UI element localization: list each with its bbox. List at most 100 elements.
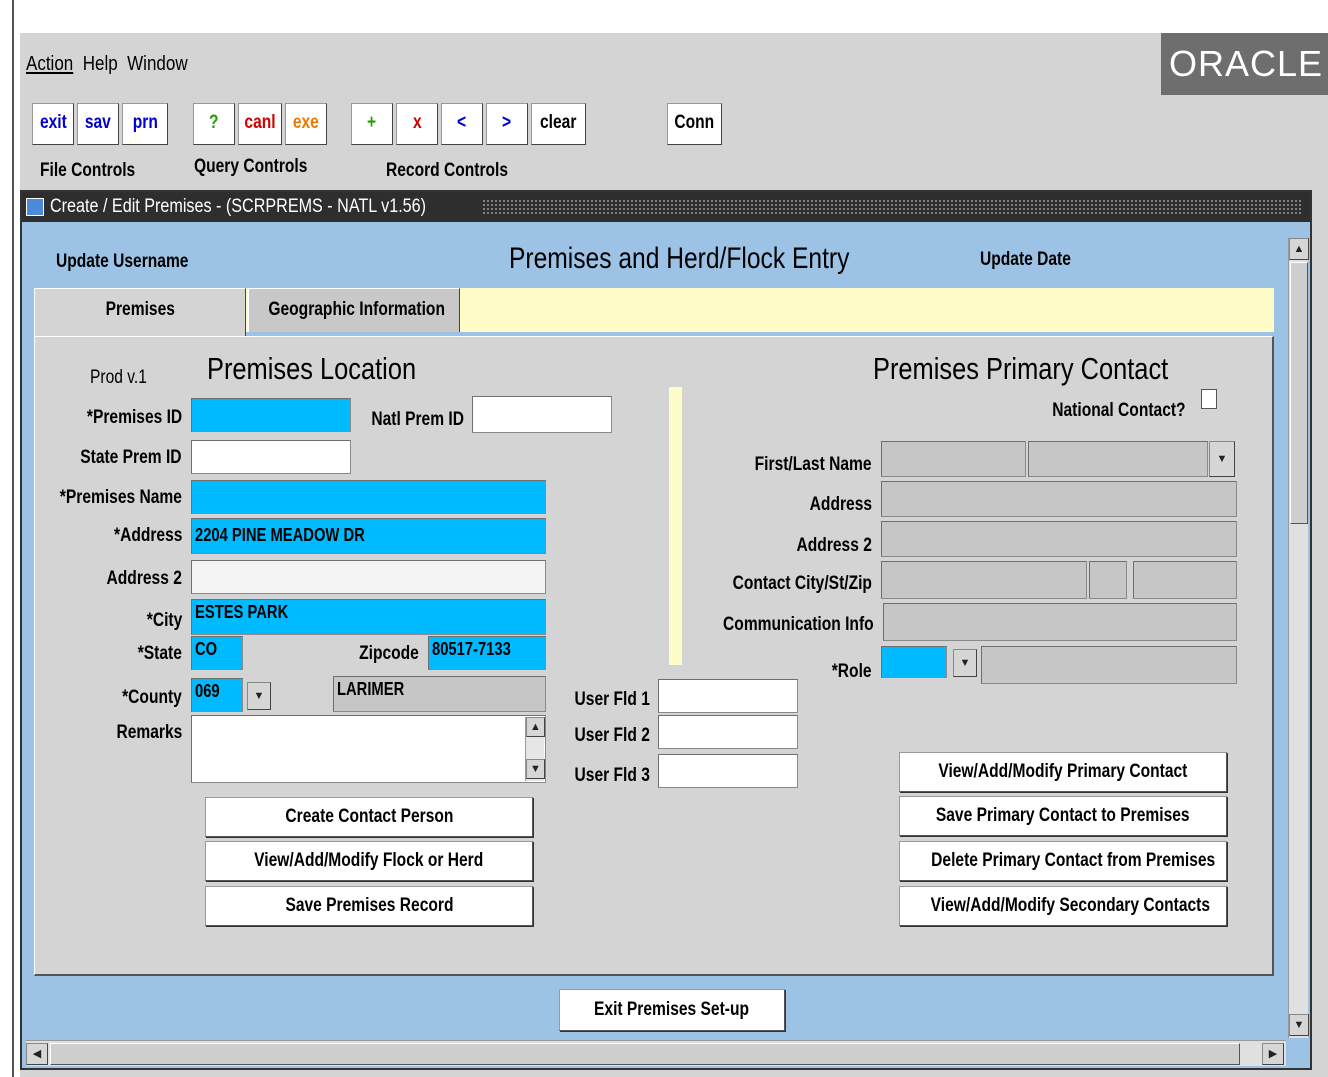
contact-zip-field[interactable] — [1133, 561, 1237, 599]
user-fld-2-input[interactable] — [658, 715, 798, 749]
contact-name-dropdown-icon[interactable]: ▼ — [1209, 441, 1235, 477]
cancel-query-button[interactable]: canl — [238, 103, 282, 145]
scroll-left-icon[interactable]: ◀ — [26, 1043, 48, 1065]
remarks-textarea[interactable] — [191, 715, 546, 783]
record-controls-label: Record Controls — [386, 160, 509, 181]
premises-id-input[interactable] — [191, 398, 351, 432]
premises-name-input[interactable] — [191, 480, 546, 514]
file-controls-label: File Controls — [40, 160, 136, 181]
delete-primary-contact-button[interactable]: Delete Primary Contact from Premises — [899, 841, 1227, 881]
contact-address2-label: Address 2 — [796, 535, 872, 556]
remarks-scroll-up-icon[interactable]: ▲ — [526, 717, 545, 737]
title-bar-grip — [482, 199, 1302, 215]
exit-premises-setup-button[interactable]: Exit Premises Set-up — [559, 989, 785, 1031]
exit-button[interactable]: exit — [32, 103, 74, 145]
contact-city-st-zip-label: Contact City/St/Zip — [732, 573, 872, 594]
county-code-input[interactable]: 069 — [191, 678, 243, 712]
enter-query-button[interactable]: ? — [193, 103, 235, 145]
window-title-bar[interactable]: Create / Edit Premises - (SCRPREMS - NAT… — [22, 192, 1310, 222]
create-contact-person-button[interactable]: Create Contact Person — [205, 797, 533, 837]
contact-address2-field[interactable] — [881, 521, 1237, 557]
next-record-button[interactable]: > — [486, 103, 528, 145]
tab-geographic-information[interactable]: Geographic Information — [248, 288, 460, 332]
national-contact-label: National Contact? — [1052, 400, 1186, 421]
contact-address-field[interactable] — [881, 481, 1237, 517]
form-window-icon — [26, 198, 44, 216]
national-contact-checkbox[interactable] — [1201, 389, 1217, 409]
section-divider — [669, 387, 682, 665]
remarks-label: Remarks — [116, 722, 182, 743]
left-border — [12, 0, 14, 1077]
user-fld-1-input[interactable] — [658, 679, 798, 713]
primary-contact-heading: Premises Primary Contact — [873, 351, 1169, 386]
view-add-modify-primary-contact-button[interactable]: View/Add/Modify Primary Contact — [899, 752, 1227, 792]
save-primary-contact-button[interactable]: Save Primary Contact to Premises — [899, 796, 1227, 836]
save-premises-record-button[interactable]: Save Premises Record — [205, 886, 533, 926]
tab-premises-label: Premises — [105, 299, 175, 320]
role-dropdown-icon[interactable]: ▼ — [953, 649, 977, 677]
role-label: *Role — [832, 661, 872, 682]
city-input[interactable]: ESTES PARK — [191, 599, 546, 635]
communication-info-label: Communication Info — [723, 614, 874, 635]
state-input[interactable]: CO — [191, 636, 243, 670]
communication-info-field[interactable] — [883, 603, 1237, 641]
user-fld-2-label: User Fld 2 — [574, 725, 650, 746]
natl-prem-id-input[interactable] — [472, 396, 612, 433]
last-name-field[interactable] — [1028, 441, 1208, 477]
scroll-right-icon[interactable]: ▶ — [1262, 1043, 1284, 1065]
county-dropdown-icon[interactable]: ▼ — [247, 682, 271, 710]
app-frame: Action Help Window ORACLE exit sav prn ?… — [20, 33, 1328, 1077]
view-add-modify-secondary-contacts-button[interactable]: View/Add/Modify Secondary Contacts — [899, 886, 1227, 926]
clear-button[interactable]: clear — [531, 103, 586, 145]
delete-record-button[interactable]: x — [396, 103, 438, 145]
premises-id-label: *Premises ID — [86, 407, 182, 428]
horizontal-scrollbar[interactable]: ◀ ▶ — [26, 1040, 1286, 1066]
previous-record-button[interactable]: < — [441, 103, 483, 145]
zipcode-label: Zipcode — [359, 643, 419, 664]
user-fld-1-label: User Fld 1 — [574, 689, 650, 710]
contact-city-field[interactable] — [881, 561, 1087, 599]
horizontal-scroll-thumb[interactable] — [50, 1043, 1240, 1065]
city-label: *City — [146, 610, 182, 631]
page-title: Premises and Herd/Flock Entry — [509, 242, 850, 275]
query-controls-label: Query Controls — [194, 156, 308, 177]
connect-button[interactable]: Conn — [667, 103, 722, 145]
address2-input[interactable] — [191, 560, 546, 594]
menu-action[interactable]: Action — [26, 53, 73, 75]
scroll-down-icon[interactable]: ▼ — [1289, 1014, 1309, 1036]
county-name-field: LARIMER — [333, 676, 546, 712]
address2-label: Address 2 — [106, 568, 182, 589]
vertical-scrollbar[interactable]: ▲ ▼ — [1288, 238, 1309, 1038]
menu-window[interactable]: Window — [127, 53, 187, 75]
role-code-input[interactable] — [881, 646, 947, 678]
first-name-field[interactable] — [881, 441, 1026, 477]
remarks-scroll-down-icon[interactable]: ▼ — [526, 759, 545, 779]
save-button[interactable]: sav — [77, 103, 119, 145]
tab-panel: Prod v.1 Premises Location *Premises ID … — [34, 336, 1274, 976]
view-add-modify-flock-herd-button[interactable]: View/Add/Modify Flock or Herd — [205, 841, 533, 881]
print-button[interactable]: prn — [122, 103, 168, 145]
scroll-up-icon[interactable]: ▲ — [1289, 238, 1309, 260]
vertical-scroll-thumb[interactable] — [1290, 262, 1308, 524]
menu-help[interactable]: Help — [83, 53, 118, 75]
add-record-button[interactable]: + — [351, 103, 393, 145]
tab-premises[interactable]: Premises — [34, 288, 246, 336]
version-label: Prod v.1 — [90, 367, 147, 388]
tab-geographic-label: Geographic Information — [268, 299, 445, 320]
update-date-label: Update Date — [980, 249, 1071, 270]
address-input[interactable]: 2204 PINE MEADOW DR — [191, 518, 546, 554]
remarks-scrollbar[interactable]: ▲ ▼ — [525, 717, 545, 781]
first-last-name-label: First/Last Name — [755, 454, 872, 475]
update-username-label: Update Username — [56, 251, 189, 272]
menu-bar: Action Help Window — [26, 53, 188, 76]
user-fld-3-label: User Fld 3 — [574, 765, 650, 786]
premises-location-heading: Premises Location — [207, 351, 417, 386]
state-label: *State — [137, 643, 182, 664]
user-fld-3-input[interactable] — [658, 754, 798, 788]
state-prem-id-input[interactable] — [191, 440, 351, 474]
execute-query-button[interactable]: exe — [285, 103, 327, 145]
role-description-field — [981, 646, 1237, 684]
zipcode-input[interactable]: 80517-7133 — [428, 636, 546, 670]
contact-state-field[interactable] — [1089, 561, 1127, 599]
form-window: Create / Edit Premises - (SCRPREMS - NAT… — [20, 190, 1312, 1070]
